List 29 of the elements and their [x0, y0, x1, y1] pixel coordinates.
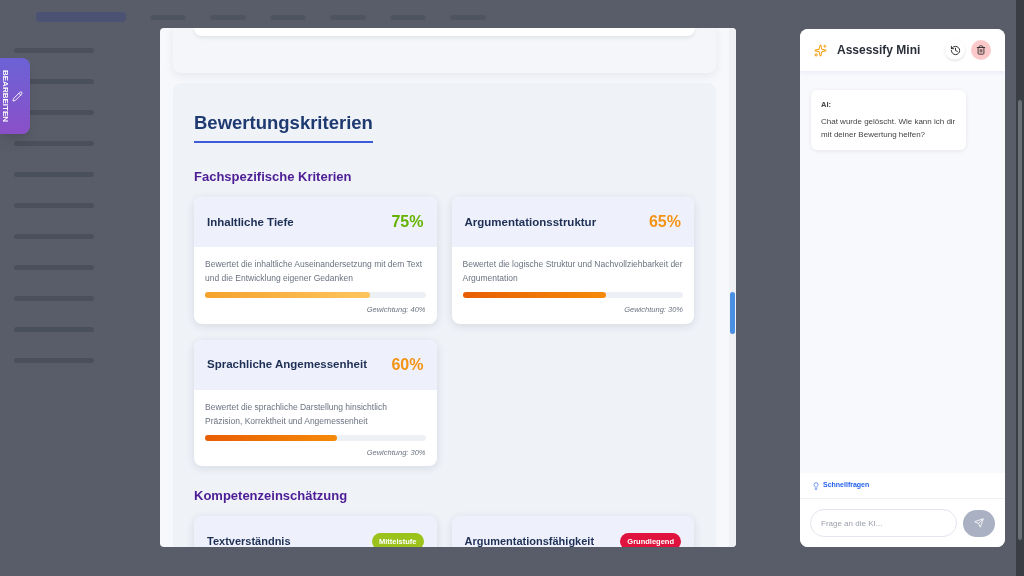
section-heading: Kompetenzeinschätzung [194, 486, 349, 505]
competence-title: Textverständnis [207, 534, 291, 547]
criterion-percent: 65% [648, 212, 681, 233]
criterion-description: Bewertet die inhaltliche Auseinandersetzung mit dem Text und die Entwicklung eigener Gedanken [205, 258, 424, 286]
criterion-percent: 75% [391, 212, 424, 233]
panel-title: Bewertungskriterien [194, 109, 373, 143]
history-button[interactable] [945, 40, 965, 60]
chat-input[interactable]: Frage an die KI... [810, 509, 957, 537]
edit-icon [12, 90, 23, 102]
side-tab-label: BEARBEITEN [1, 70, 10, 122]
edit-side-tab[interactable]: BEARBEITEN [0, 58, 30, 134]
criterion-title: Inhaltliche Tiefe [207, 214, 294, 230]
sparkle-icon [814, 43, 827, 57]
send-button[interactable] [963, 509, 995, 537]
criterion-description: Bewertet die logische Struktur und Nachvollziehbarkeit der Argumentation [462, 258, 683, 286]
history-icon [949, 44, 961, 56]
message-text: Chat wurde gelöscht. Wie kann ich dir mit deiner Bewertung helfen? [821, 116, 956, 142]
delete-icon [976, 45, 986, 55]
page-scrollbar[interactable] [1016, 0, 1024, 576]
delete-button[interactable] [971, 40, 991, 60]
section-heading: Fachspezifische Kriterien [194, 167, 353, 186]
chat-title: Assessify Mini [837, 42, 921, 59]
lightbulb-icon [812, 481, 820, 490]
send-icon [974, 518, 984, 528]
criterion-title: Argumentationsstruktur [464, 214, 597, 230]
criterion-title: Sprachliche Angemessenheit [207, 356, 367, 372]
criterion-percent: 60% [391, 354, 424, 375]
criterion-description: Bewertet die sprachliche Darstellung hinsichtlich Präzision, Korrektheit und Angemessenheit [205, 400, 388, 428]
competence-title: Argumentationsfähigkeit [464, 534, 595, 547]
